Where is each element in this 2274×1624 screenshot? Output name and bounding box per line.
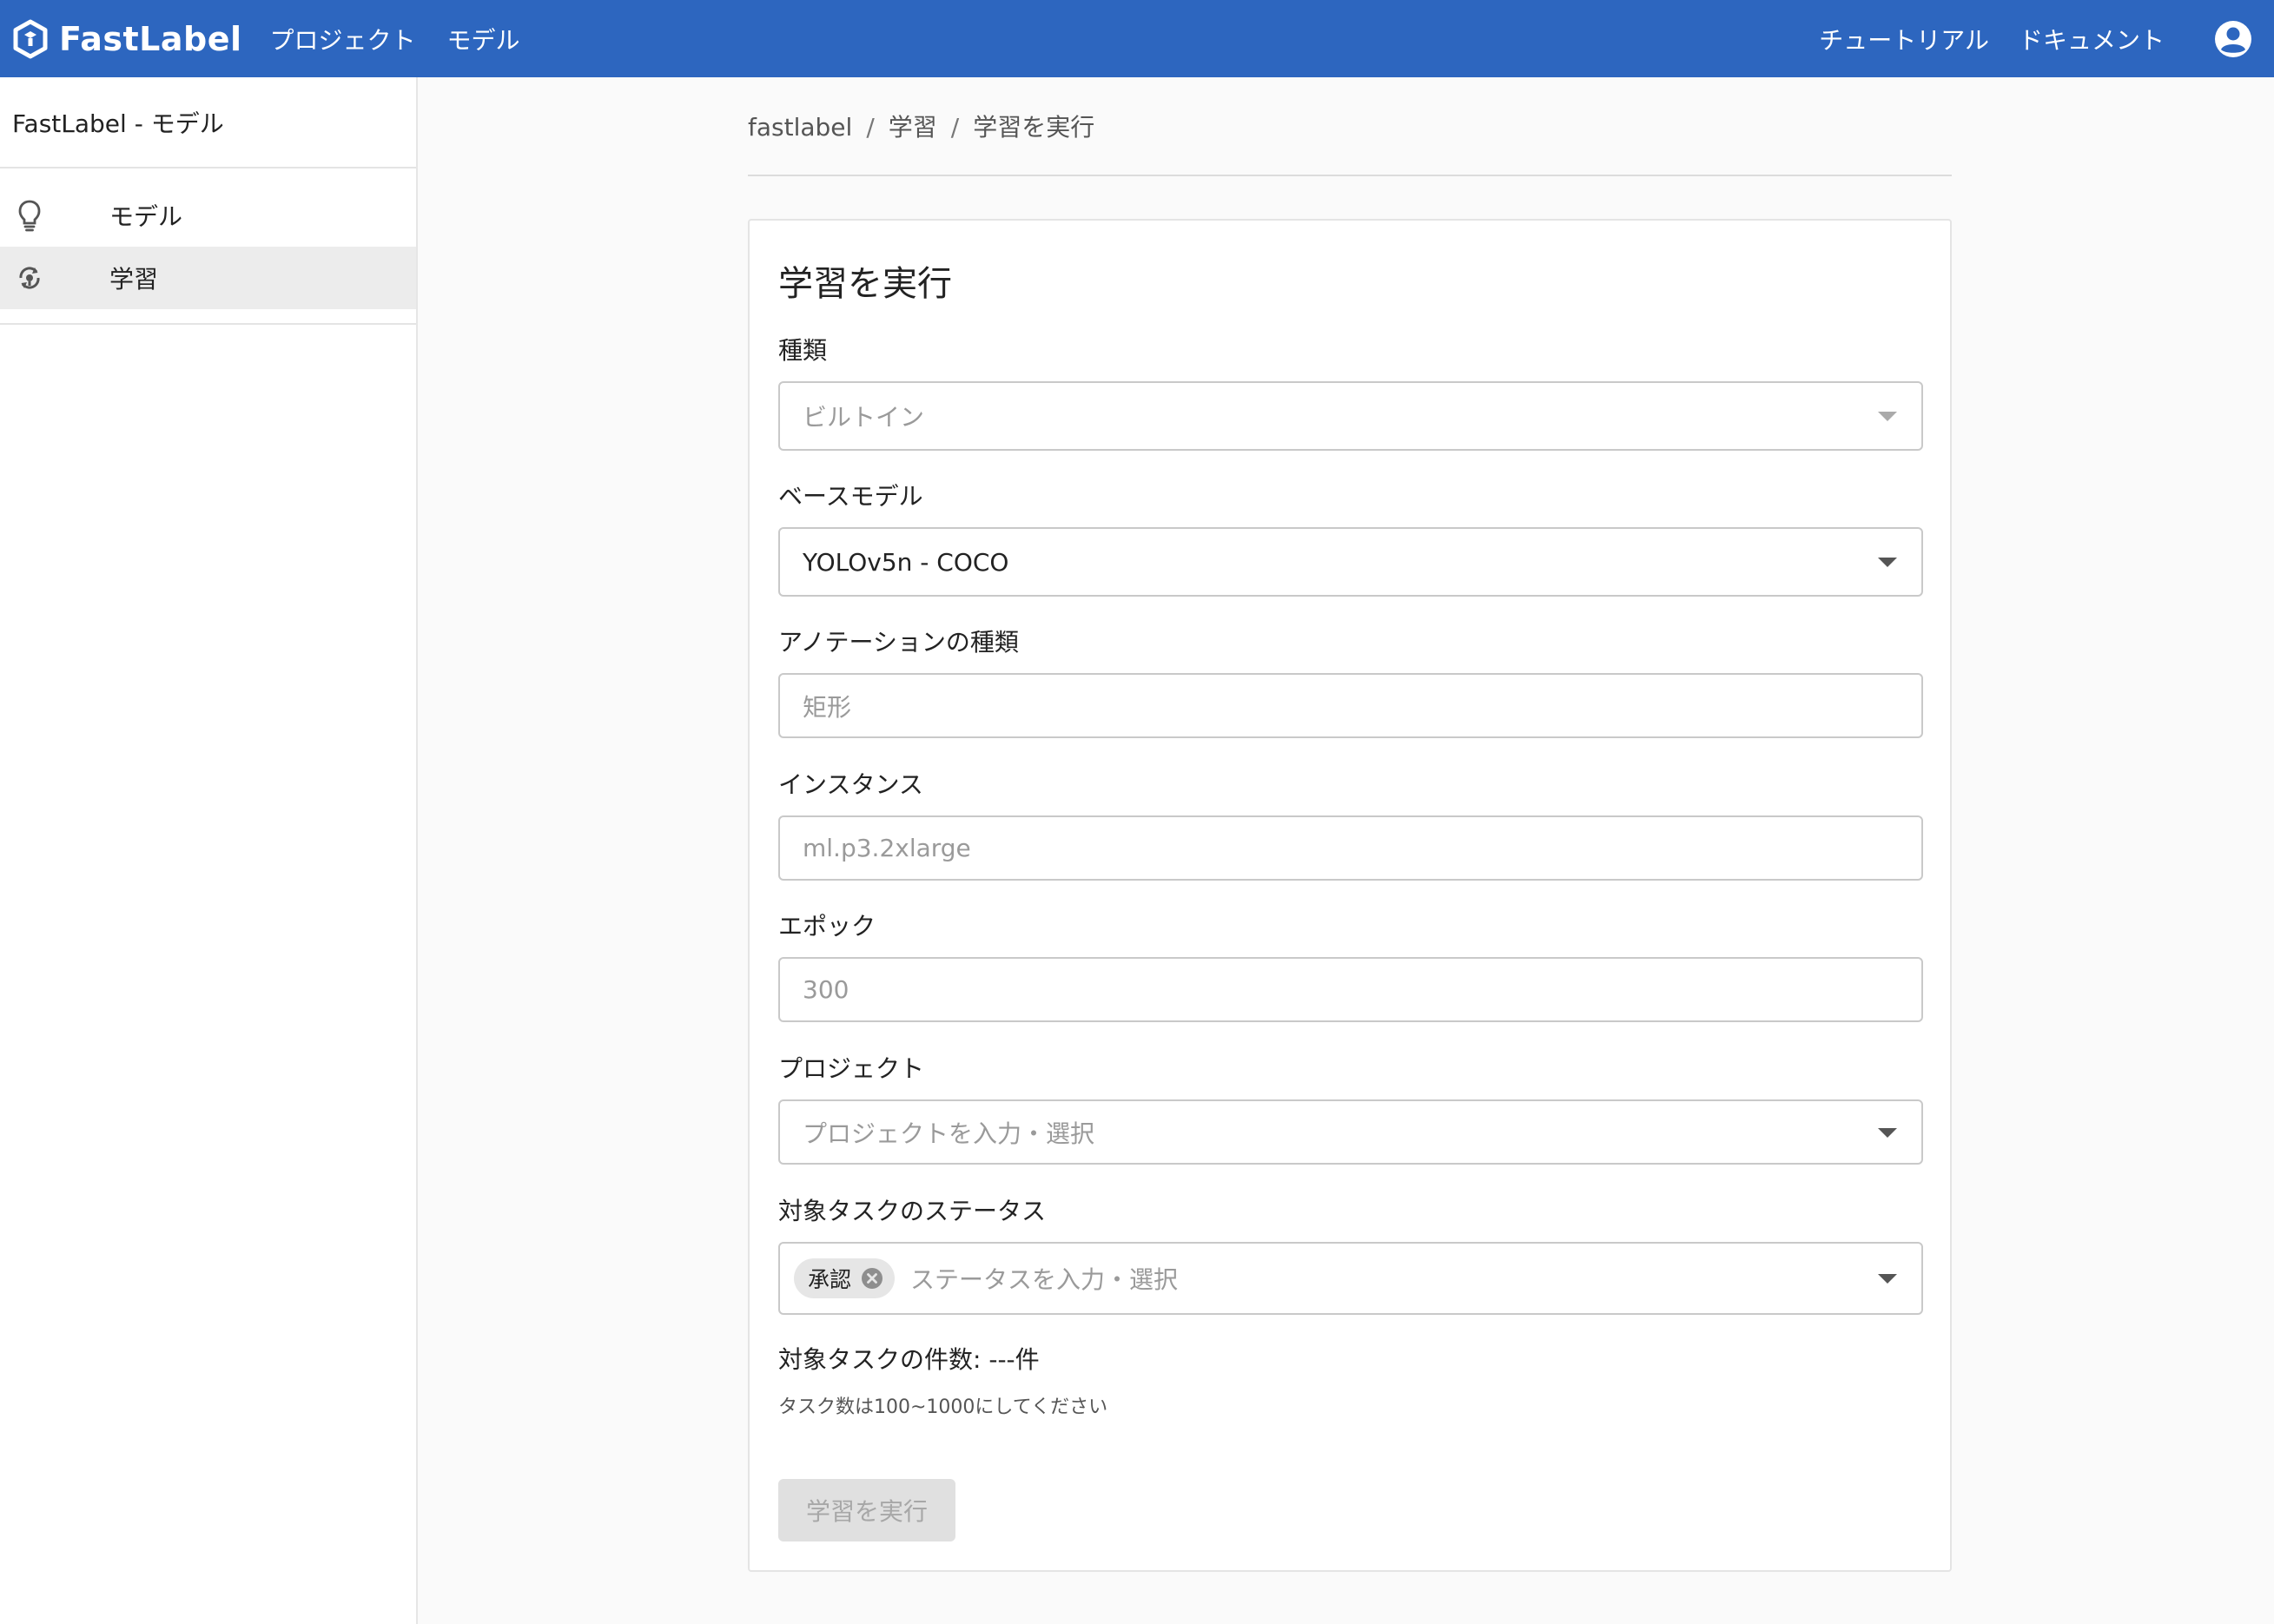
task-count-text: 対象タスクの件数: ---件 xyxy=(778,1345,1040,1374)
type-label: 種類 xyxy=(778,336,828,365)
project-select[interactable]: プロジェクトを入力・選択 xyxy=(778,1099,1923,1165)
nav-projects[interactable]: プロジェクト xyxy=(270,22,416,56)
training-form-card: 学習を実行 種類 ビルトイン ベースモデル YOLOv5n - COCO アノテ… xyxy=(748,219,1952,1572)
nav-documents[interactable]: ドキュメント xyxy=(2019,22,2165,56)
base-model-label: ベースモデル xyxy=(778,482,923,511)
project-label: プロジェクト xyxy=(778,1054,925,1083)
annotation-type-label: アノテーションの種類 xyxy=(778,628,1019,657)
sidebar-item-label: 学習 xyxy=(109,265,159,294)
page-title: 学習を実行 xyxy=(778,264,952,304)
lightbulb-icon xyxy=(18,200,41,232)
epoch-label: エポック xyxy=(778,912,876,941)
task-count-helper: タスク数は100~1000にしてください xyxy=(778,1396,1108,1418)
close-circle-icon[interactable] xyxy=(860,1266,884,1291)
training-icon xyxy=(19,267,40,289)
breadcrumb: fastlabel / 学習 / 学習を実行 xyxy=(748,109,1094,143)
brand-name: FastLabel xyxy=(59,19,242,58)
breadcrumb-workspace[interactable]: fastlabel xyxy=(748,113,852,142)
instance-label: インスタンス xyxy=(778,770,923,799)
chevron-down-icon xyxy=(1878,1127,1897,1138)
annotation-type-value: 矩形 xyxy=(803,692,852,722)
fastlabel-logo-icon xyxy=(13,19,48,58)
epoch-field[interactable]: 300 xyxy=(778,957,1923,1022)
breadcrumb-current: 学習を実行 xyxy=(973,113,1095,142)
status-placeholder: ステータスを入力・選択 xyxy=(910,1265,1179,1294)
epoch-value: 300 xyxy=(803,975,849,1004)
top-app-bar: FastLabel プロジェクト モデル チュートリアル ドキュメント xyxy=(0,0,2274,77)
annotation-type-field[interactable]: 矩形 xyxy=(778,673,1923,738)
run-training-button[interactable]: 学習を実行 xyxy=(778,1479,955,1541)
breadcrumb-separator: / xyxy=(866,113,875,142)
brand-logo[interactable]: FastLabel xyxy=(12,0,242,77)
sidebar-item-label: モデル xyxy=(109,202,183,231)
chevron-down-icon xyxy=(1878,558,1897,567)
status-label: 対象タスクのステータス xyxy=(778,1197,1047,1225)
sidebar: FastLabel - モデル モデル 学習 xyxy=(0,77,418,1624)
breadcrumb-divider xyxy=(748,175,1952,176)
top-right-nav: チュートリアル ドキュメント xyxy=(1789,0,2274,77)
sidebar-title: FastLabel - モデル xyxy=(0,77,416,168)
sidebar-item-training[interactable]: 学習 xyxy=(0,247,416,309)
base-model-select[interactable]: YOLOv5n - COCO xyxy=(778,527,1923,597)
chevron-down-icon xyxy=(1878,412,1897,421)
account-icon[interactable] xyxy=(2213,19,2253,59)
instance-field[interactable]: ml.p3.2xlarge xyxy=(778,815,1923,881)
nav-tutorial[interactable]: チュートリアル xyxy=(1819,22,1989,56)
instance-value: ml.p3.2xlarge xyxy=(803,834,971,862)
nav-models[interactable]: モデル xyxy=(447,22,520,56)
type-select-value: ビルトイン xyxy=(803,403,925,432)
type-select[interactable]: ビルトイン xyxy=(778,381,1923,451)
main-content: fastlabel / 学習 / 学習を実行 学習を実行 種類 ビルトイン ベースモデル… xyxy=(420,77,2274,1624)
breadcrumb-separator: / xyxy=(950,113,960,142)
status-multiselect[interactable]: 承認 ステータスを入力・選択 xyxy=(778,1242,1923,1315)
sidebar-item-models[interactable]: モデル xyxy=(0,184,416,247)
chip-label: 承認 xyxy=(808,1267,852,1292)
status-chip-approved[interactable]: 承認 xyxy=(794,1258,896,1298)
breadcrumb-training[interactable]: 学習 xyxy=(889,113,937,142)
project-select-placeholder: プロジェクトを入力・選択 xyxy=(803,1119,1095,1148)
base-model-select-value: YOLOv5n - COCO xyxy=(803,547,1009,577)
sidebar-menu: モデル 学習 xyxy=(0,168,416,325)
chevron-down-icon xyxy=(1878,1274,1897,1284)
top-nav: プロジェクト モデル xyxy=(270,22,552,56)
